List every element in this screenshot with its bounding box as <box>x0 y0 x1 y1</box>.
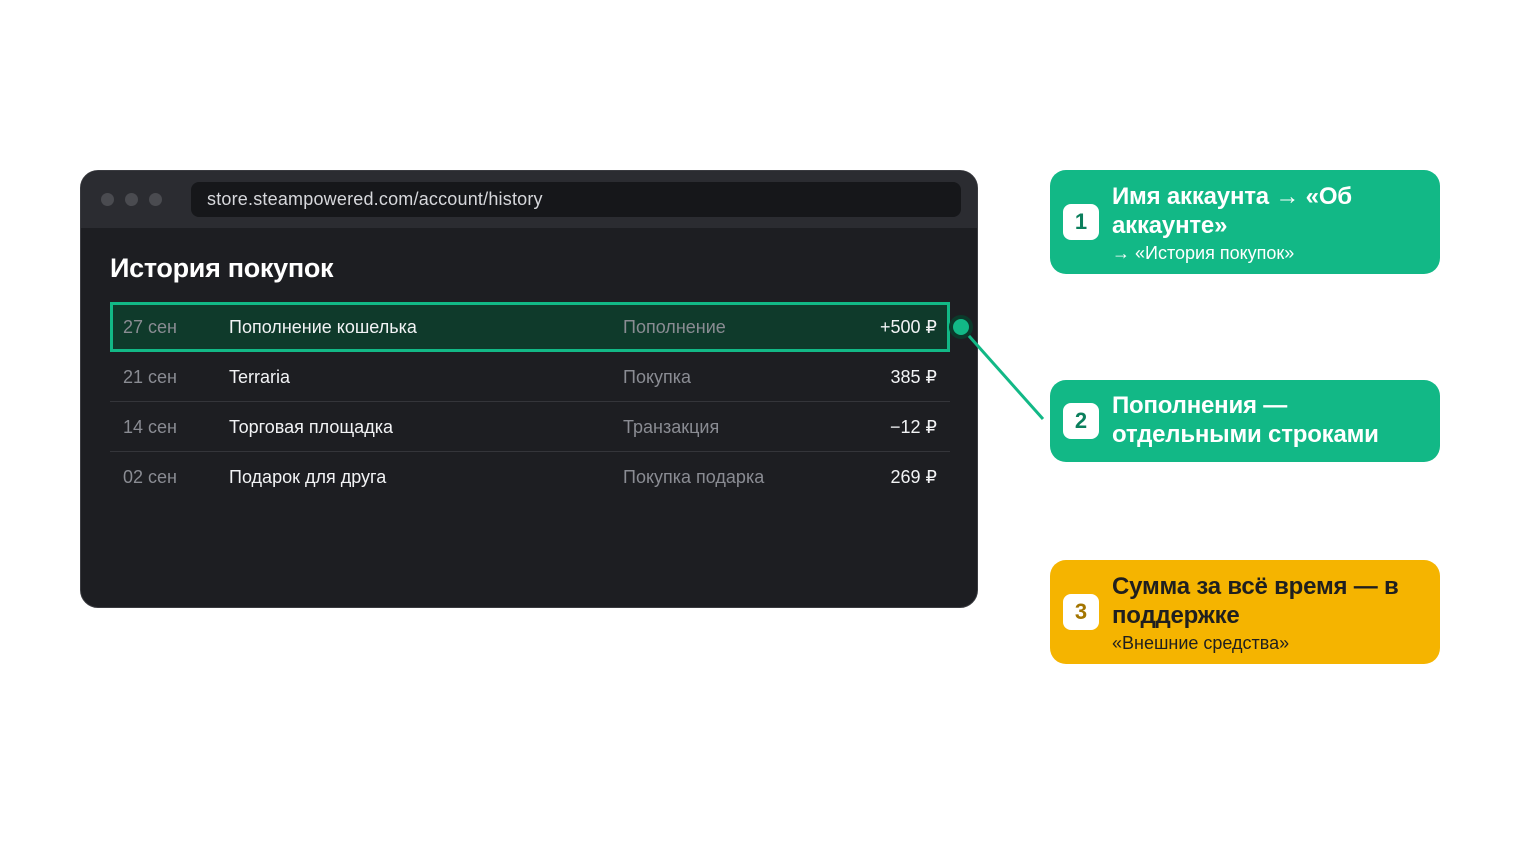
row-amount: −12 ₽ <box>890 417 937 437</box>
row-date: 14 сен <box>123 417 177 437</box>
callout-3-title: Сумма за всё время — в поддержке <box>1112 573 1399 629</box>
table-row[interactable]: 21 сен Terraria Покупка 385 ₽ <box>110 352 950 402</box>
callout-3: 3 Сумма за всё время — в поддержке «Внеш… <box>1050 560 1440 664</box>
callout-1-subtitle: → «История покупок» <box>1112 243 1295 263</box>
browser-toolbar: store.steampowered.com/account/history <box>81 171 977 228</box>
browser-window: store.steampowered.com/account/history И… <box>80 170 978 608</box>
row-type: Покупка подарка <box>623 467 765 487</box>
slide: store.steampowered.com/account/history И… <box>0 0 1520 855</box>
row-date: 27 сен <box>123 317 177 337</box>
table-row[interactable]: 14 сен Торговая площадка Транзакция −12 … <box>110 402 950 452</box>
callout-3-badge: 3 <box>1063 594 1099 630</box>
callout-2-title: Пополнения — отдельными строками <box>1112 392 1379 448</box>
row-date: 21 сен <box>123 367 177 387</box>
row-item: Пополнение кошелька <box>229 317 417 337</box>
callout-2-badge: 2 <box>1063 403 1099 439</box>
callout-1: 1 Имя аккаунта → «Об аккаунте» → «Истори… <box>1050 170 1440 274</box>
address-bar[interactable]: store.steampowered.com/account/history <box>191 182 961 217</box>
row-item: Terraria <box>229 367 291 387</box>
callout-2: 2 Пополнения — отдельными строками <box>1050 380 1440 462</box>
row-amount: 385 ₽ <box>890 367 938 387</box>
row-date: 02 сен <box>123 467 177 487</box>
window-close-dot[interactable] <box>101 193 114 206</box>
row-type: Пополнение <box>623 317 726 337</box>
row-type: Транзакция <box>623 417 720 437</box>
callout-1-title: Имя аккаунта → «Об аккаунте» <box>1112 183 1352 239</box>
row-type: Покупка <box>623 367 692 387</box>
row-amount: +500 ₽ <box>880 317 937 337</box>
page-title: История покупок <box>110 253 334 283</box>
row-amount: 269 ₽ <box>890 467 938 487</box>
table-row-highlighted[interactable]: 27 сен Пополнение кошелька Пополнение +5… <box>110 302 950 352</box>
callout-3-subtitle: «Внешние средства» <box>1112 633 1290 653</box>
window-minimize-dot[interactable] <box>125 193 138 206</box>
window-maximize-dot[interactable] <box>149 193 162 206</box>
purchase-history-table: 27 сен Пополнение кошелька Пополнение +5… <box>110 302 950 502</box>
callout-1-badge: 1 <box>1063 204 1099 240</box>
table-row[interactable]: 02 сен Подарок для друга Покупка подарка… <box>110 452 950 502</box>
row-item: Торговая площадка <box>229 417 393 437</box>
row-item: Подарок для друга <box>229 467 387 487</box>
